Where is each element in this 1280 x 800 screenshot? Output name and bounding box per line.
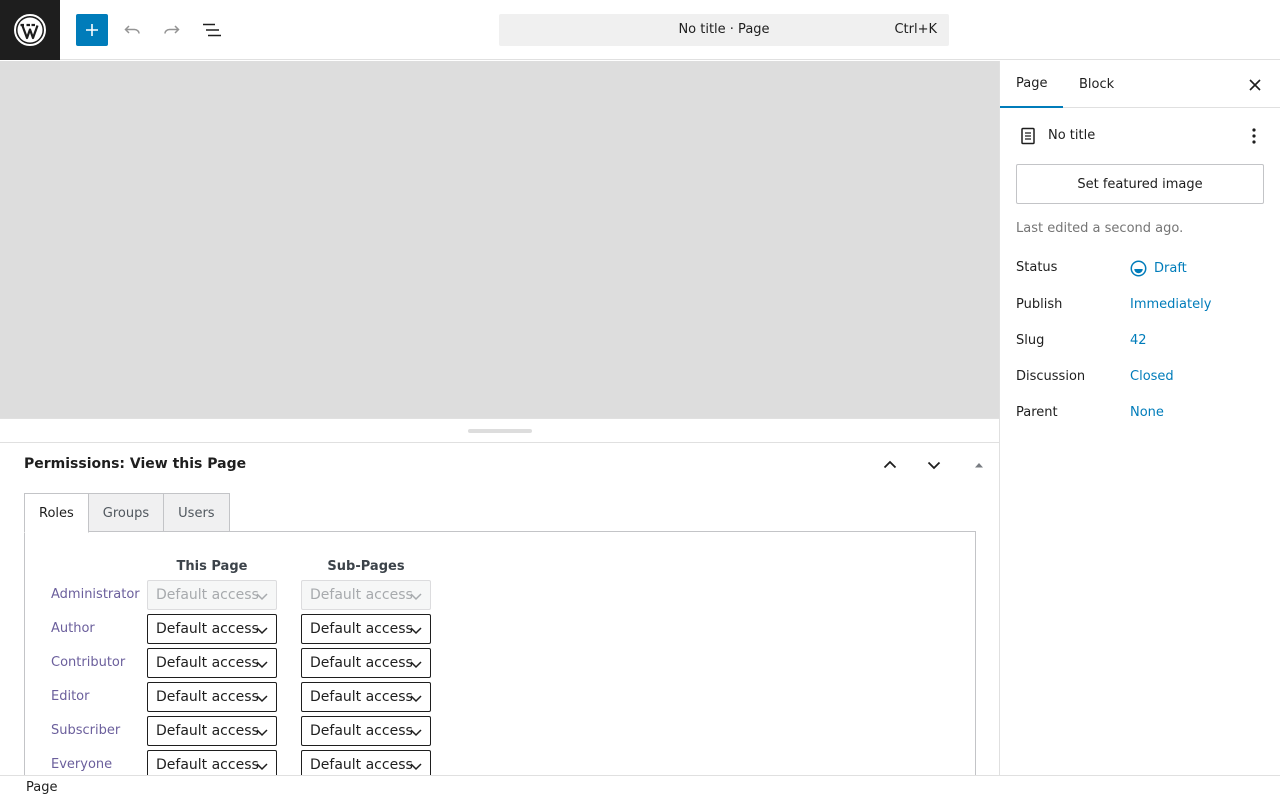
slug-label: Slug bbox=[1016, 333, 1045, 348]
chevron-down-icon bbox=[256, 695, 268, 703]
redo-icon bbox=[164, 25, 180, 34]
parent-button[interactable]: None bbox=[1130, 405, 1164, 420]
parent-row: Parent None bbox=[1016, 403, 1266, 427]
chevron-up-icon bbox=[883, 460, 897, 469]
page-icon bbox=[1021, 127, 1035, 145]
tab-roles[interactable]: Roles bbox=[24, 493, 89, 533]
this-page-access-select[interactable]: Default access bbox=[147, 614, 277, 644]
close-icon bbox=[1249, 79, 1261, 91]
more-vertical-icon bbox=[1252, 128, 1256, 144]
this-page-access-select: Default access bbox=[147, 580, 277, 610]
chevron-down-icon bbox=[410, 729, 422, 737]
chevron-down-icon bbox=[256, 593, 268, 601]
sub-pages-access-select[interactable]: Default access bbox=[301, 716, 431, 746]
wordpress-logo[interactable] bbox=[0, 0, 60, 60]
status-button[interactable]: Draft bbox=[1130, 260, 1187, 277]
roles-panel: This Page Sub-Pages Administrator Defaul… bbox=[24, 531, 976, 775]
chevron-down-icon bbox=[927, 461, 941, 470]
role-label[interactable]: Everyone bbox=[51, 757, 112, 772]
column-header-sub-pages: Sub-Pages bbox=[327, 559, 405, 574]
role-row-editor: Editor Default access Default access bbox=[25, 682, 625, 712]
publish-row: Publish Immediately bbox=[1016, 295, 1266, 319]
sidebar-tabs: Page Block bbox=[1000, 61, 1280, 108]
keyboard-shortcut: Ctrl+K bbox=[894, 22, 937, 37]
discussion-button[interactable]: Closed bbox=[1130, 369, 1174, 384]
role-row-everyone: Everyone Default access Default access bbox=[25, 750, 625, 775]
resize-handle[interactable] bbox=[468, 429, 532, 433]
chevron-down-icon bbox=[256, 763, 268, 771]
tab-users[interactable]: Users bbox=[163, 493, 230, 533]
this-page-access-select[interactable]: Default access bbox=[147, 716, 277, 746]
undo-icon bbox=[124, 25, 140, 34]
plus-icon bbox=[86, 24, 98, 36]
role-row-author: Author Default access Default access bbox=[25, 614, 625, 644]
metabox-resize-area bbox=[0, 418, 999, 443]
chevron-down-icon bbox=[256, 627, 268, 635]
column-header-this-page: This Page bbox=[176, 559, 248, 574]
role-label[interactable]: Subscriber bbox=[51, 723, 120, 738]
draft-status-icon bbox=[1130, 260, 1147, 277]
undo-button[interactable] bbox=[116, 14, 148, 46]
slug-button[interactable]: 42 bbox=[1130, 333, 1147, 348]
sub-pages-access-select[interactable]: Default access bbox=[301, 682, 431, 712]
role-row-contributor: Contributor Default access Default acces… bbox=[25, 648, 625, 678]
document-title: No title · Page bbox=[678, 22, 770, 37]
publish-date-button[interactable]: Immediately bbox=[1130, 297, 1211, 312]
role-row-administrator: Administrator Default access Default acc… bbox=[25, 580, 625, 610]
permissions-tabs: Roles Groups Users bbox=[24, 493, 230, 533]
document-summary: No title bbox=[1016, 123, 1266, 149]
document-overview-icon bbox=[203, 23, 221, 37]
chevron-down-icon bbox=[256, 729, 268, 737]
status-label: Status bbox=[1016, 260, 1058, 275]
chevron-down-icon bbox=[410, 593, 422, 601]
more-actions-button[interactable] bbox=[1242, 124, 1266, 148]
chevron-down-icon bbox=[410, 763, 422, 771]
add-block-button[interactable] bbox=[76, 14, 108, 46]
role-row-subscriber: Subscriber Default access Default access bbox=[25, 716, 625, 746]
status-row: Status Draft bbox=[1016, 258, 1266, 282]
editor-footer: Page bbox=[0, 775, 1280, 800]
publish-label: Publish bbox=[1016, 297, 1063, 312]
sub-pages-access-select[interactable]: Default access bbox=[301, 614, 431, 644]
this-page-access-select[interactable]: Default access bbox=[147, 750, 277, 775]
document-overview-button[interactable] bbox=[196, 14, 228, 46]
sidebar-doc-title: No title bbox=[1048, 128, 1096, 143]
sub-pages-access-select: Default access bbox=[301, 580, 431, 610]
tab-groups[interactable]: Groups bbox=[87, 493, 165, 533]
sub-pages-access-select[interactable]: Default access bbox=[301, 648, 431, 678]
wordpress-logo-icon bbox=[14, 14, 46, 46]
caret-up-icon bbox=[975, 463, 983, 468]
close-sidebar-button[interactable] bbox=[1243, 73, 1267, 97]
editor-header: No title · Page Ctrl+K bbox=[0, 0, 1280, 60]
discussion-label: Discussion bbox=[1016, 369, 1086, 384]
editor-canvas[interactable] bbox=[0, 61, 999, 418]
role-label[interactable]: Administrator bbox=[51, 587, 140, 602]
move-down-button[interactable] bbox=[922, 453, 946, 477]
chevron-down-icon bbox=[410, 661, 422, 669]
tab-page[interactable]: Page bbox=[1000, 61, 1064, 108]
move-up-button[interactable] bbox=[878, 453, 902, 477]
redo-button[interactable] bbox=[156, 14, 188, 46]
last-edited-text: Last edited a second ago. bbox=[1016, 221, 1184, 236]
metabox-title: Permissions: View this Page bbox=[24, 456, 247, 472]
permissions-metabox: Permissions: View this Page Roles Groups… bbox=[0, 443, 999, 775]
command-palette-bar[interactable]: No title · Page Ctrl+K bbox=[499, 14, 949, 46]
chevron-down-icon bbox=[256, 661, 268, 669]
parent-label: Parent bbox=[1016, 405, 1058, 420]
this-page-access-select[interactable]: Default access bbox=[147, 682, 277, 712]
this-page-access-select[interactable]: Default access bbox=[147, 648, 277, 678]
settings-sidebar: Page Block No title Set featured image L… bbox=[999, 61, 1280, 775]
role-label[interactable]: Editor bbox=[51, 689, 89, 704]
sub-pages-access-select[interactable]: Default access bbox=[301, 750, 431, 775]
breadcrumb[interactable]: Page bbox=[26, 780, 57, 795]
slug-row: Slug 42 bbox=[1016, 331, 1266, 355]
toggle-panel-button[interactable] bbox=[967, 453, 991, 477]
chevron-down-icon bbox=[410, 627, 422, 635]
role-label[interactable]: Author bbox=[51, 621, 95, 636]
discussion-row: Discussion Closed bbox=[1016, 367, 1266, 391]
set-featured-image-button[interactable]: Set featured image bbox=[1016, 164, 1264, 204]
chevron-down-icon bbox=[410, 695, 422, 703]
tab-block[interactable]: Block bbox=[1063, 61, 1130, 108]
role-label[interactable]: Contributor bbox=[51, 655, 125, 670]
